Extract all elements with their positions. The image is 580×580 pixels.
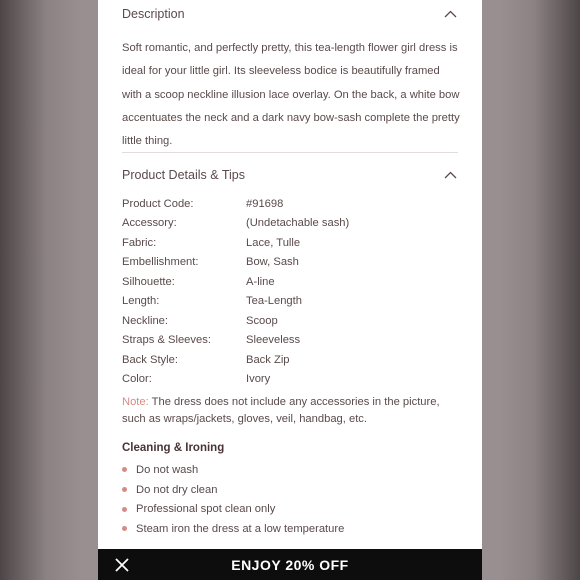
detail-value: (Undetachable sash) xyxy=(246,217,350,230)
list-item: Do not wash xyxy=(122,460,344,480)
detail-row: Embellishment: Bow, Sash xyxy=(122,253,462,273)
bullet-icon xyxy=(122,506,127,512)
description-text: Soft romantic, and perfectly pretty, thi… xyxy=(122,42,460,148)
bullet-icon xyxy=(122,526,127,532)
list-item: Steam iron the dress at a low temperatur… xyxy=(122,519,344,539)
promo-text[interactable]: ENJOY 20% OFF xyxy=(98,549,482,580)
bullet-icon xyxy=(122,467,127,473)
list-item: Professional spot clean only xyxy=(122,499,344,519)
detail-value: Bow, Sash xyxy=(246,256,299,269)
detail-label: Neckline: xyxy=(122,314,169,327)
bullet-icon xyxy=(122,487,127,493)
detail-row: Length: Tea-Length xyxy=(122,292,462,312)
section-divider xyxy=(122,152,458,153)
detail-value: Tea-Length xyxy=(246,295,302,308)
list-item: Do not dry clean xyxy=(122,480,344,500)
list-item-text: Professional spot clean only xyxy=(136,503,276,516)
promo-banner[interactable]: ENJOY 20% OFF xyxy=(98,549,482,580)
product-details-table: Product Code: #91698 Accessory: (Undetacha… xyxy=(122,194,462,389)
product-details-header[interactable]: Product Details & Tips xyxy=(122,161,458,189)
detail-row: Color: Ivory xyxy=(122,370,462,390)
detail-row: Accessory: (Undetachable sash) xyxy=(122,214,462,234)
detail-value: A-line xyxy=(246,275,275,288)
list-item-text: Do not wash xyxy=(136,463,199,476)
product-info-panel: Description Soft romantic, and perfectly… xyxy=(98,0,482,580)
detail-value: #91698 xyxy=(246,197,284,210)
detail-label: Accessory: xyxy=(122,217,177,230)
detail-row: Neckline: Scoop xyxy=(122,311,462,331)
detail-label: Straps & Sleeves: xyxy=(122,334,211,347)
note-text: The dress does not include any accessori… xyxy=(122,396,440,425)
detail-label: Silhouette: xyxy=(122,275,175,288)
detail-label: Back Style: xyxy=(122,353,178,366)
detail-label: Embellishment: xyxy=(122,256,199,269)
detail-row: Silhouette: A-line xyxy=(122,272,462,292)
detail-row: Product Code: #91698 xyxy=(122,194,462,214)
list-item-text: Steam iron the dress at a low temperatur… xyxy=(136,522,345,535)
note-label: Note: xyxy=(122,396,149,408)
description-title: Description xyxy=(122,7,185,21)
detail-label: Product Code: xyxy=(122,197,194,210)
detail-label: Color: xyxy=(122,373,152,386)
product-details-title: Product Details & Tips xyxy=(122,168,245,182)
description-header[interactable]: Description xyxy=(122,0,458,28)
detail-value: Sleeveless xyxy=(246,334,301,347)
detail-value: Scoop xyxy=(246,314,278,327)
cleaning-title: Cleaning & Ironing xyxy=(122,442,225,454)
detail-value: Lace, Tulle xyxy=(246,236,301,249)
detail-row: Back Style: Back Zip xyxy=(122,350,462,370)
detail-row: Fabric: Lace, Tulle xyxy=(122,233,462,253)
detail-label: Fabric: xyxy=(122,236,157,249)
chevron-up-icon[interactable] xyxy=(442,6,458,22)
detail-value: Back Zip xyxy=(246,353,290,366)
detail-label: Length: xyxy=(122,295,160,308)
accessory-note: Note: The dress does not include any acc… xyxy=(122,394,462,428)
cleaning-list: Do not wash Do not dry clean Professiona… xyxy=(122,460,344,539)
chevron-up-icon[interactable] xyxy=(442,167,458,183)
detail-row: Straps & Sleeves: Sleeveless xyxy=(122,331,462,351)
detail-value: Ivory xyxy=(246,373,271,386)
list-item-text: Do not dry clean xyxy=(136,483,218,496)
